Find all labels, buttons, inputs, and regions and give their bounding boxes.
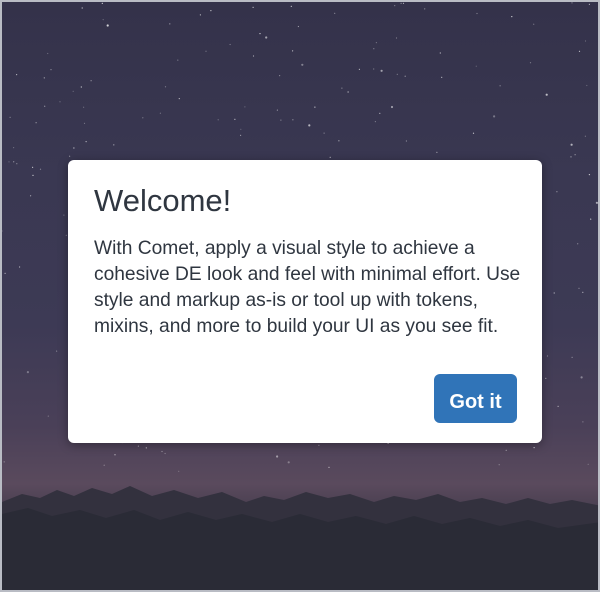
dialog-body-text: With Comet, apply a visual style to achi… (94, 238, 521, 337)
got-it-button[interactable]: Got it (434, 374, 517, 423)
app-frame: Welcome! With Comet, apply a visual styl… (0, 0, 600, 592)
welcome-dialog: Welcome! With Comet, apply a visual styl… (68, 160, 542, 443)
got-it-button-label: Got it (449, 391, 502, 413)
dialog-title: Welcome! (94, 183, 232, 218)
